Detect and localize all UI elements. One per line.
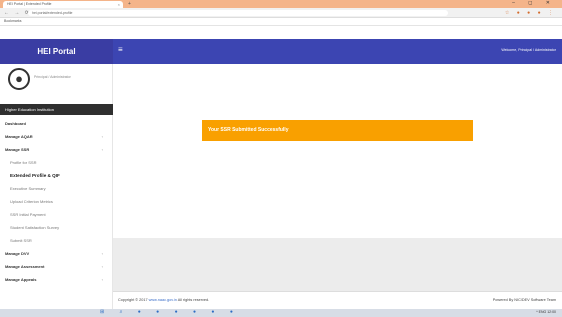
tab-title: HEI Portal | Extended Profile [7,2,52,6]
sidebar-subitem-executive-summary[interactable]: Executive Summary [0,182,113,195]
bookmark-item[interactable]: Bookmarks [4,19,22,23]
sidebar-item-manage-appeals[interactable]: Manage Appeals ‹ [0,273,113,286]
user-avatar-icon: ● [8,68,30,90]
brand-logo[interactable]: HEI Portal [0,39,113,64]
url-input[interactable]: hei.portal/extended-profile [28,10,448,16]
user-panel: ● Principal / Administrator [0,64,113,98]
sidebar-subitem-extended-profile[interactable]: Extended Profile & QIF [0,169,113,182]
footer-link[interactable]: www.naac.gov.in [149,298,177,302]
new-tab-button[interactable]: + [128,1,131,7]
sidebar-menu: Dashboard Manage AQAR ‹ Manage SSR ‹ Profi… [0,117,113,286]
sidebar-item-manage-aqar[interactable]: Manage AQAR ‹ [0,130,113,143]
address-bar-row: ← → ⟳ ⌂ hei.portal/extended-profile ☆ ● … [0,8,562,18]
sidebar-user-name: Principal / Administrator [34,75,71,79]
tab-close-icon[interactable]: × [118,2,120,7]
sidebar-item-manage-assessment[interactable]: Manage Assessment ‹ [0,260,113,273]
window-controls[interactable]: – ◻ ✕ [512,0,556,6]
header-user-label[interactable]: Welcome, Principal / Administrator [501,48,556,52]
success-alert: Your SSR Submitted Successfully [202,120,473,141]
footer-powered-by: Powered By NIC/DEV Software Team [492,298,556,302]
chevron-left-icon: ‹ [101,277,103,282]
sidebar-item-manage-dvv[interactable]: Manage DVV ‹ [0,247,113,260]
sidebar-subitem-criterion-metrics[interactable]: Upload Criterion Metrics [0,195,113,208]
system-tray[interactable]: ^ ENG 12:00 [536,310,556,314]
os-taskbar: ⊞ ⌕ ● ● ● ● ● ● ^ ENG 12:00 [0,309,562,317]
taskbar-app-icons[interactable]: ⊞ ⌕ ● ● ● ● ● ● [100,309,240,315]
chevron-left-icon: ‹ [101,147,103,152]
menu-toggle-icon[interactable]: ≡ [118,45,123,54]
footer-copyright: Copyright © 2017 www.naac.gov.in All rig… [118,298,210,302]
content-background [113,238,562,291]
browser-tab-bar: HEI Portal | Extended Profile × + – ◻ ✕ [0,0,562,8]
chevron-left-icon: ‹ [101,134,103,139]
sidebar-item-manage-ssr[interactable]: Manage SSR ‹ [0,143,113,156]
sidebar-subitem-submit-ssr[interactable]: Submit SSR [0,234,113,247]
sidebar: ● Principal / Administrator Higher Educa… [0,64,113,317]
browser-tab[interactable]: HEI Portal | Extended Profile × [3,1,123,8]
page-footer: Copyright © 2017 www.naac.gov.in All rig… [113,291,562,309]
bookmarks-bar: Bookmarks [0,18,562,26]
chevron-left-icon: ‹ [101,251,103,256]
sidebar-subitem-profile[interactable]: Profile for SSR [0,156,113,169]
sidebar-subitem-initial-payment[interactable]: SSR Initial Payment [0,208,113,221]
sidebar-subitem-satisfaction-survey[interactable]: Student Satisfaction Survey [0,221,113,234]
sidebar-item-dashboard[interactable]: Dashboard [0,117,113,130]
extension-icons[interactable]: ☆ ● ● ● ⋮ [505,10,556,16]
sidebar-section-title: Higher Education Institution [0,104,113,115]
chevron-left-icon: ‹ [101,264,103,269]
top-navbar: ≡ Welcome, Principal / Administrator [113,39,562,64]
